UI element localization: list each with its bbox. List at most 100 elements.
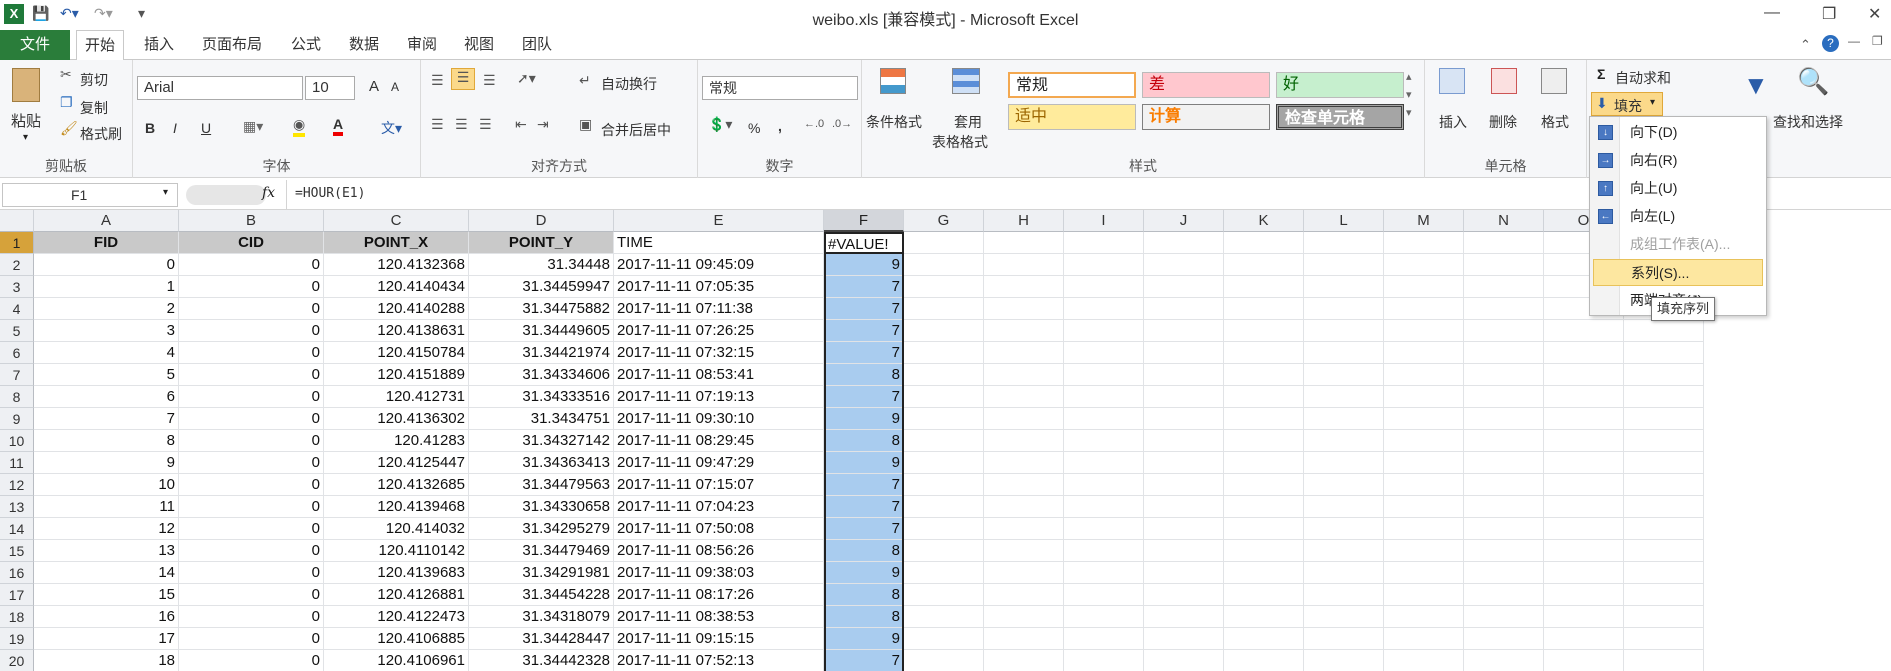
cell[interactable] <box>1544 474 1624 496</box>
cell[interactable] <box>1464 496 1544 518</box>
cell[interactable] <box>1624 606 1704 628</box>
selected-cell[interactable]: 7 <box>824 518 904 540</box>
cell[interactable]: 31.34479563 <box>469 474 614 496</box>
cell[interactable] <box>1224 496 1304 518</box>
cell[interactable] <box>984 518 1064 540</box>
cell[interactable] <box>1304 628 1384 650</box>
cell[interactable] <box>1064 606 1144 628</box>
cell[interactable]: 0 <box>179 298 324 320</box>
cell[interactable]: 2017-11-11 09:47:29 <box>614 452 824 474</box>
cell[interactable] <box>1144 540 1224 562</box>
cell[interactable] <box>1064 298 1144 320</box>
cell[interactable] <box>1464 254 1544 276</box>
cell[interactable]: 120.4136302 <box>324 408 469 430</box>
cell[interactable] <box>1064 276 1144 298</box>
selected-cell[interactable]: 7 <box>824 298 904 320</box>
tab-page-layout[interactable]: 页面布局 <box>194 30 270 60</box>
cell[interactable] <box>1544 628 1624 650</box>
style-normal[interactable]: 常规 <box>1008 72 1136 98</box>
row-header[interactable]: 15 <box>0 540 34 562</box>
cell[interactable]: 31.34479469 <box>469 540 614 562</box>
fill-left-item[interactable]: ← 向左(L) <box>1590 203 1766 230</box>
select-all-corner[interactable] <box>0 210 34 232</box>
cell[interactable] <box>1224 650 1304 671</box>
cell[interactable] <box>984 364 1064 386</box>
header-cell[interactable]: TIME <box>614 232 824 254</box>
selected-cell[interactable]: 8 <box>824 606 904 628</box>
cell[interactable] <box>1304 298 1384 320</box>
cell[interactable] <box>1144 364 1224 386</box>
cell[interactable] <box>984 562 1064 584</box>
italic-button[interactable]: I <box>173 120 177 136</box>
cell[interactable]: 17 <box>34 628 179 650</box>
cell[interactable]: 120.4139468 <box>324 496 469 518</box>
styles-scroll-icon[interactable]: ▴ ▾ ▾ <box>1406 68 1412 122</box>
cell[interactable] <box>1384 298 1464 320</box>
cell[interactable] <box>1144 320 1224 342</box>
cell[interactable] <box>1384 562 1464 584</box>
cell[interactable] <box>1544 364 1624 386</box>
find-select-icon[interactable]: 🔍 <box>1797 66 1829 97</box>
cell[interactable] <box>1144 650 1224 671</box>
cell[interactable] <box>904 628 984 650</box>
cell[interactable] <box>1064 474 1144 496</box>
cell[interactable] <box>1064 408 1144 430</box>
increase-indent-icon[interactable]: ⇥ <box>537 116 549 133</box>
row-header[interactable]: 8 <box>0 386 34 408</box>
cell[interactable] <box>1384 628 1464 650</box>
cell[interactable]: 2017-11-11 07:19:13 <box>614 386 824 408</box>
cell[interactable] <box>1464 408 1544 430</box>
column-header-d[interactable]: D <box>469 210 614 232</box>
merge-icon[interactable]: ▣ <box>579 116 592 133</box>
cell[interactable]: 10 <box>34 474 179 496</box>
cell[interactable] <box>1224 584 1304 606</box>
cell[interactable]: 5 <box>34 364 179 386</box>
cell[interactable]: 16 <box>34 606 179 628</box>
cell[interactable]: 2017-11-11 09:38:03 <box>614 562 824 584</box>
tab-file[interactable]: 文件 <box>0 30 70 60</box>
cell[interactable] <box>1064 320 1144 342</box>
column-header-i[interactable]: I <box>1064 210 1144 232</box>
cell[interactable] <box>904 320 984 342</box>
cell[interactable]: 9 <box>34 452 179 474</box>
cell[interactable] <box>1624 364 1704 386</box>
cell[interactable] <box>904 562 984 584</box>
cell[interactable]: 31.34363413 <box>469 452 614 474</box>
cell[interactable]: 0 <box>179 452 324 474</box>
selected-cell[interactable]: 7 <box>824 386 904 408</box>
selected-cell[interactable]: 8 <box>824 584 904 606</box>
cell[interactable] <box>1144 232 1224 254</box>
align-middle-icon[interactable]: ☰ <box>451 68 475 90</box>
column-header-k[interactable]: K <box>1224 210 1304 232</box>
cell[interactable]: 31.34459947 <box>469 276 614 298</box>
tab-formulas[interactable]: 公式 <box>283 30 329 60</box>
cell[interactable] <box>984 606 1064 628</box>
cell[interactable] <box>1304 342 1384 364</box>
cell[interactable] <box>1384 474 1464 496</box>
wrap-text-icon[interactable]: ↵ <box>579 72 591 89</box>
cell[interactable] <box>904 408 984 430</box>
cell[interactable] <box>1304 430 1384 452</box>
cell[interactable] <box>1064 562 1144 584</box>
doc-minimize-icon[interactable]: — <box>1848 34 1860 48</box>
cell[interactable] <box>1144 298 1224 320</box>
cell[interactable] <box>1304 562 1384 584</box>
sort-filter-icon[interactable]: ▼ <box>1743 70 1769 101</box>
cell[interactable] <box>904 584 984 606</box>
cell[interactable] <box>1224 540 1304 562</box>
tab-view[interactable]: 视图 <box>456 30 502 60</box>
cell[interactable] <box>904 650 984 671</box>
column-header-e[interactable]: E <box>614 210 824 232</box>
font-size-select[interactable]: 10 <box>305 76 355 100</box>
row-header[interactable]: 16 <box>0 562 34 584</box>
cell[interactable] <box>1384 408 1464 430</box>
cell[interactable]: 31.34291981 <box>469 562 614 584</box>
cell[interactable] <box>1624 518 1704 540</box>
cell[interactable] <box>1624 650 1704 671</box>
column-header-l[interactable]: L <box>1304 210 1384 232</box>
cell[interactable]: 0 <box>179 474 324 496</box>
cell[interactable] <box>1544 584 1624 606</box>
cell[interactable] <box>984 232 1064 254</box>
selected-cell[interactable]: 9 <box>824 408 904 430</box>
row-header[interactable]: 18 <box>0 606 34 628</box>
